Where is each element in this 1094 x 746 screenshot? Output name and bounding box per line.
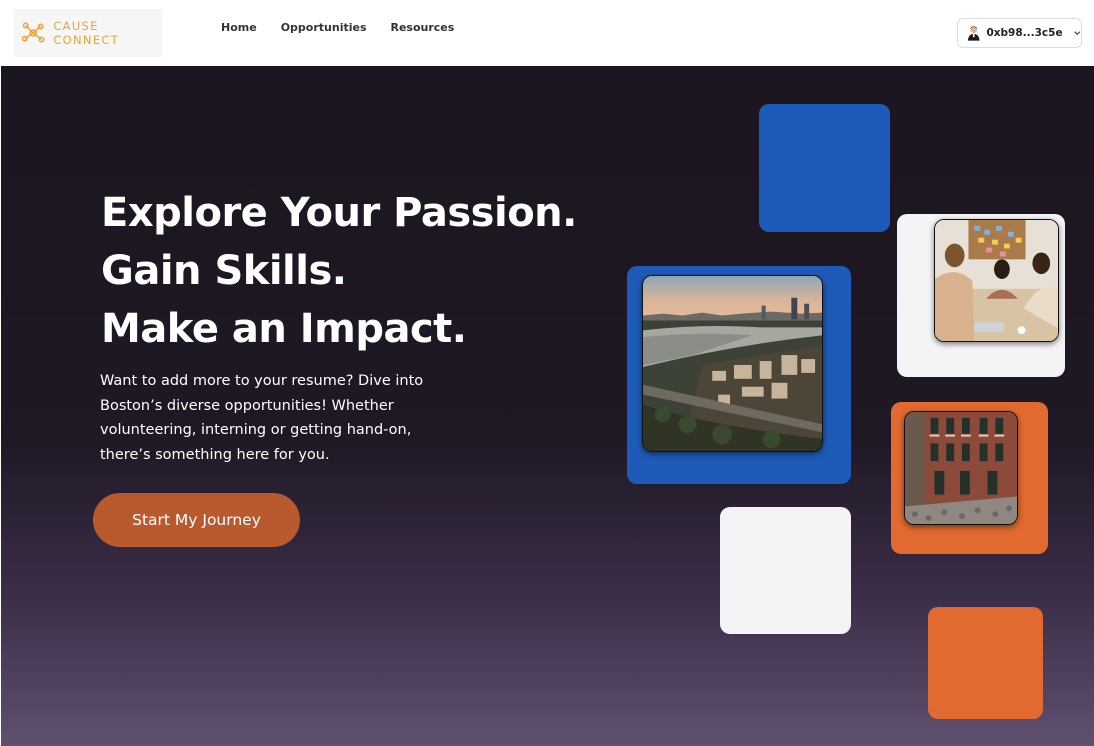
wallet-address: 0xb98...3c5e	[986, 27, 1063, 39]
orange-tile-bottom	[928, 607, 1043, 719]
start-journey-button[interactable]: Start My Journey	[93, 493, 300, 547]
nav-resources[interactable]: Resources	[391, 21, 455, 34]
headline-line-3: Make an Impact.	[101, 306, 467, 352]
blue-tile-top	[759, 104, 890, 232]
nav-home[interactable]: Home	[221, 21, 257, 34]
hero-headline: Explore Your Passion. Gain Skills. Make …	[101, 184, 577, 358]
brick-rowhouse-street-photo	[904, 411, 1018, 525]
wallet-button[interactable]: 0xb98...3c5e	[957, 18, 1082, 48]
nav-opportunities[interactable]: Opportunities	[281, 21, 367, 34]
avatar	[967, 26, 980, 41]
top-header: CAUSE CONNECT Home Opportunities Resourc…	[0, 0, 1094, 66]
chevron-down-icon	[1073, 31, 1080, 36]
brand-name: CAUSE CONNECT	[53, 19, 120, 47]
team-meeting-photo	[934, 219, 1059, 342]
headline-line-2: Gain Skills.	[101, 248, 347, 294]
hero-section: Explore Your Passion. Gain Skills. Make …	[1, 66, 1094, 746]
hero-subtext: Want to add more to your resume? Dive in…	[100, 373, 424, 463]
network-logo-icon	[21, 22, 45, 43]
boston-skyline-photo	[642, 275, 823, 452]
brand-logo[interactable]: CAUSE CONNECT	[14, 9, 162, 57]
white-tile-bottom	[720, 507, 851, 634]
main-nav: Home Opportunities Resources	[221, 21, 454, 34]
headline-line-1: Explore Your Passion.	[101, 190, 577, 236]
